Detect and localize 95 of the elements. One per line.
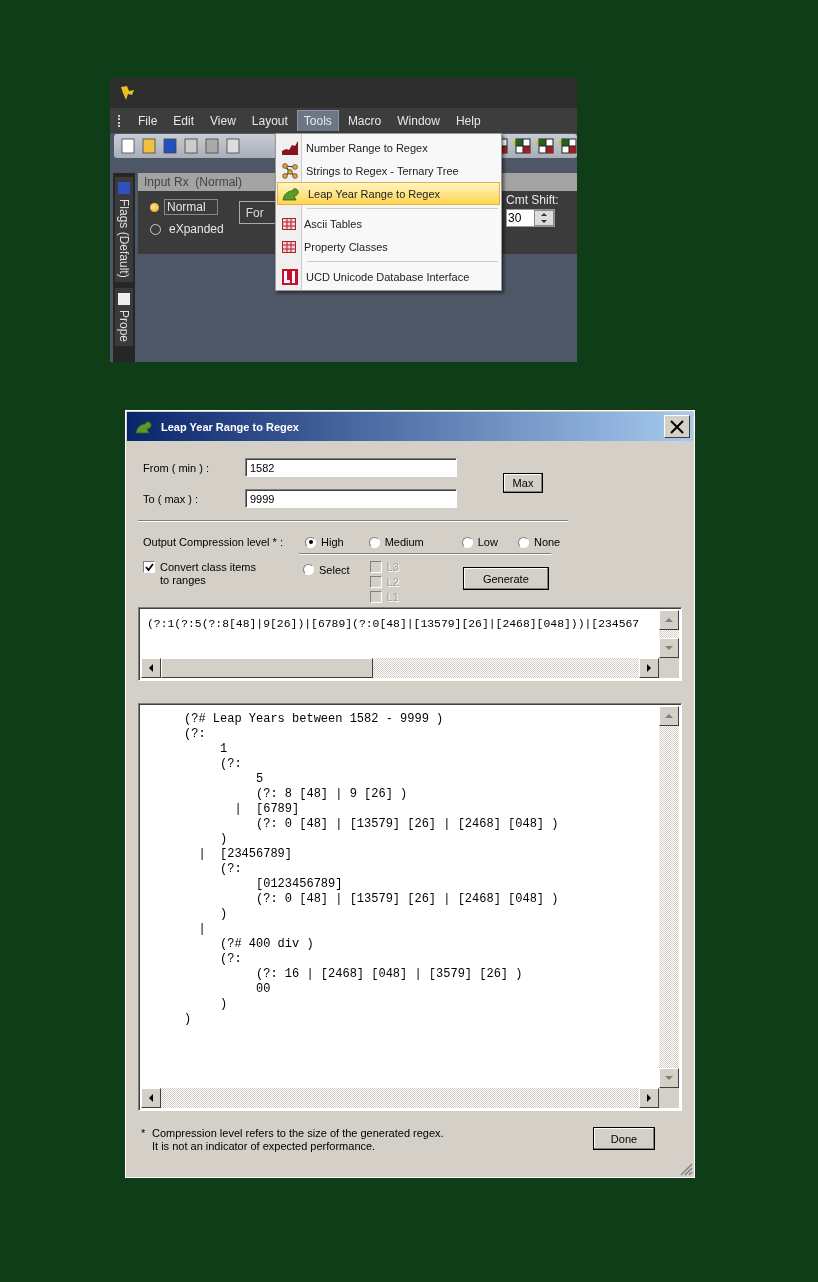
scrollbar-corner — [659, 658, 679, 678]
footnote-mark: * — [141, 1127, 147, 1139]
code-line: 00 — [255, 982, 271, 997]
menu-item[interactable]: View — [203, 110, 243, 131]
code-line: (?: 0 [48] | [13579] [26] | [2468] [048] ) — [255, 892, 559, 907]
side-tab[interactable]: Flags (Default) — [115, 177, 133, 282]
menu-item[interactable]: Window — [390, 110, 447, 131]
code-line: (?: — [219, 757, 242, 772]
close-icon — [670, 419, 684, 434]
menu-item[interactable]: Layout — [244, 110, 295, 131]
radio-button[interactable] — [305, 536, 316, 548]
code-line: (?: 8 [48] | 9 [26] ) — [255, 787, 408, 802]
field-label: To ( max ) : — [142, 492, 199, 505]
menu-entry[interactable]: Leap Year Range to Regex — [277, 182, 500, 205]
regex-output-box[interactable]: (?:1(?:5(?:8[48]|9[26])|[6789](?:0[48]|[13579][26]|[2468][048]))|[234567 — [138, 607, 682, 681]
resize-grip-icon[interactable] — [679, 1162, 693, 1176]
menu-item[interactable]: Tools — [296, 110, 339, 131]
menu-entry[interactable]: Ascii Tables — [277, 212, 500, 235]
radio-button[interactable] — [150, 202, 159, 212]
code-line: (?: — [219, 862, 242, 877]
code-line: (?# 400 div ) — [219, 937, 314, 952]
menu-item[interactable]: Macro — [340, 110, 389, 131]
scroll-down-icon — [664, 643, 674, 653]
scroll-down-icon — [664, 1073, 674, 1083]
radio-button[interactable] — [150, 223, 161, 235]
layout-icon[interactable] — [513, 138, 531, 154]
layout-icon[interactable] — [536, 138, 554, 154]
frog-icon — [135, 419, 153, 434]
radio-button[interactable] — [517, 536, 529, 548]
done-button[interactable]: Done — [593, 1127, 655, 1150]
max-button[interactable]: Max — [503, 473, 543, 493]
code-line: 5 — [255, 772, 264, 787]
radio-label: High — [321, 536, 344, 548]
code-line: | [6789] — [233, 802, 300, 817]
field-label: Output Compression level * : — [142, 536, 284, 548]
formatted-output-box[interactable] — [138, 703, 682, 1111]
layout-icon[interactable] — [559, 138, 577, 154]
menu-item[interactable]: Help — [448, 110, 488, 131]
code-line: ) — [219, 907, 228, 922]
code-line: | — [197, 922, 206, 937]
radio-label: Select — [319, 564, 350, 576]
scroll-up-icon — [664, 711, 674, 721]
menu-entry[interactable]: Property Classes — [277, 235, 500, 258]
area-chart-icon — [282, 140, 298, 155]
vertical-scrollbar[interactable] — [659, 706, 679, 1088]
table-icon — [282, 240, 296, 253]
code-line: [0123456789] — [255, 877, 343, 892]
tree-icon — [282, 162, 298, 179]
menu-entry[interactable]: UCD Unicode Database Interface — [277, 265, 500, 288]
radio-button[interactable] — [461, 536, 473, 548]
code-line: ) — [219, 832, 228, 847]
menu-item[interactable]: File — [131, 110, 165, 131]
radio-label: Normal — [164, 199, 218, 215]
spin-field[interactable]: 30 — [506, 209, 555, 227]
radio-label: Low — [477, 536, 498, 548]
menu-entry[interactable]: Number Range to Regex — [277, 136, 500, 159]
field-label: Cmt Shift: — [506, 193, 559, 207]
code-line: 1 — [219, 742, 228, 757]
generate-button[interactable]: Generate — [462, 567, 549, 590]
code-line: | [23456789] — [197, 847, 293, 862]
code-line: (?: — [183, 727, 206, 742]
vertical-scrollbar[interactable] — [659, 610, 679, 658]
code-line: (?: 16 | [2468] [048] | [3579] [26] ) — [255, 967, 523, 982]
radio-button[interactable] — [368, 536, 380, 548]
horizontal-scrollbar[interactable] — [141, 1088, 659, 1108]
radio-label: None — [533, 536, 561, 548]
field-label: From ( min ) : — [142, 461, 210, 474]
radio-button[interactable] — [303, 564, 314, 575]
checkbox-label: Convert class items to ranges — [160, 561, 256, 587]
code-line: (?: 0 [48] | [13579] [26] | [2468] [048] ) — [255, 817, 559, 832]
checkbox[interactable] — [143, 561, 155, 573]
horizontal-scrollbar[interactable] — [141, 658, 659, 678]
code-line: (?# Leap Years between 1582 - 9999 ) — [183, 712, 444, 727]
code-line: ) — [183, 1012, 192, 1027]
side-tab[interactable]: Prope — [115, 287, 133, 346]
scrollbar-corner — [659, 1088, 679, 1108]
scroll-up-icon — [664, 615, 674, 625]
input-field[interactable]: 9999 — [245, 489, 457, 508]
menu-item[interactable]: Edit — [166, 110, 202, 131]
frog-icon — [282, 186, 300, 201]
window-title: Leap Year Range to Regex — [161, 420, 300, 433]
table-icon — [282, 217, 296, 230]
scroll-right-icon — [644, 1093, 654, 1103]
regex-text: (?:1(?:5(?:8[48]|9[26])|[6789](?:0[48]|[13579][26]|[2468][048]))|[234567 — [147, 617, 640, 632]
radio-label: eXpanded — [168, 221, 225, 237]
close-button[interactable] — [664, 415, 690, 438]
radio-label: Medium — [384, 536, 424, 548]
footnote-text: Compression level refers to the size of the generated regex. It is not an indicator of expected performance. — [152, 1127, 445, 1153]
spin-arrows-icon — [534, 210, 554, 226]
code-line: ) — [219, 997, 228, 1012]
input-field[interactable]: 1582 — [245, 458, 457, 477]
code-line: (?: — [219, 952, 242, 967]
unicode-logo-icon — [282, 268, 298, 285]
scroll-right-icon — [644, 663, 654, 673]
app-logo-icon — [120, 85, 136, 101]
